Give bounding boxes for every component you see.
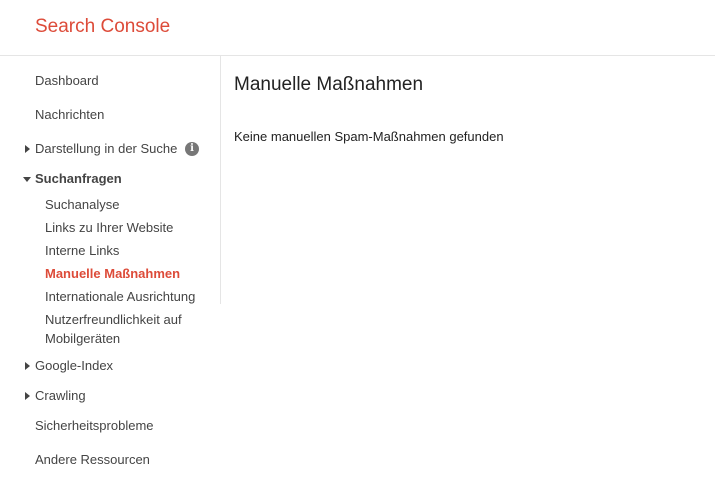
nav-item-search-traffic[interactable]: Suchanfragen [0,166,220,192]
nav-item-security-issues[interactable]: Sicherheitsprobleme [0,413,220,439]
sub-item-search-analytics[interactable]: Suchanalyse [45,195,215,214]
sub-item-international-targeting[interactable]: Internationale Ausrichtung [45,287,215,306]
info-icon[interactable]: i [185,142,199,156]
nav-item-label: Nachrichten [35,107,105,122]
sub-item-manual-actions[interactable]: Manuelle Maßnahmen [45,264,215,283]
triangle-down-icon [22,166,32,192]
sidebar-divider [220,56,221,304]
sidebar: Dashboard Nachrichten Darstellung in der… [0,56,220,480]
nav-item-google-index[interactable]: Google-Index [0,353,220,379]
nav-item-label: Andere Ressourcen [35,452,150,467]
nav-item-label: Sicherheitsprobleme [35,418,154,433]
triangle-right-icon [22,136,32,162]
nav-item-dashboard[interactable]: Dashboard [0,68,220,94]
sub-item-links-to-site[interactable]: Links zu Ihrer Website [45,218,215,237]
nav-item-crawling[interactable]: Crawling [0,383,220,409]
nav-item-label: Crawling [35,388,86,403]
nav-item-label: Google-Index [35,358,114,373]
app-title[interactable]: Search Console [35,15,170,39]
nav-item-other-resources[interactable]: Andere Ressourcen [0,447,220,473]
nav-item-label: Darstellung in der Suche [35,141,178,156]
header: Search Console [0,0,715,56]
triangle-right-icon [22,383,32,409]
sub-item-mobile-usability[interactable]: Nutzerfreundlichkeit auf Mobilgeräten [45,310,215,348]
page-title: Manuelle Maßnahmen [234,74,424,95]
nav-item-messages[interactable]: Nachrichten [0,102,220,128]
triangle-right-icon [22,353,32,379]
nav-item-label: Suchanfragen [35,171,122,186]
sub-item-internal-links[interactable]: Interne Links [45,241,215,260]
status-message: Keine manuellen Spam-Maßnahmen gefunden [234,129,504,144]
nav-item-label: Dashboard [35,73,99,88]
nav-item-search-appearance[interactable]: Darstellung in der Suche i [0,136,220,162]
